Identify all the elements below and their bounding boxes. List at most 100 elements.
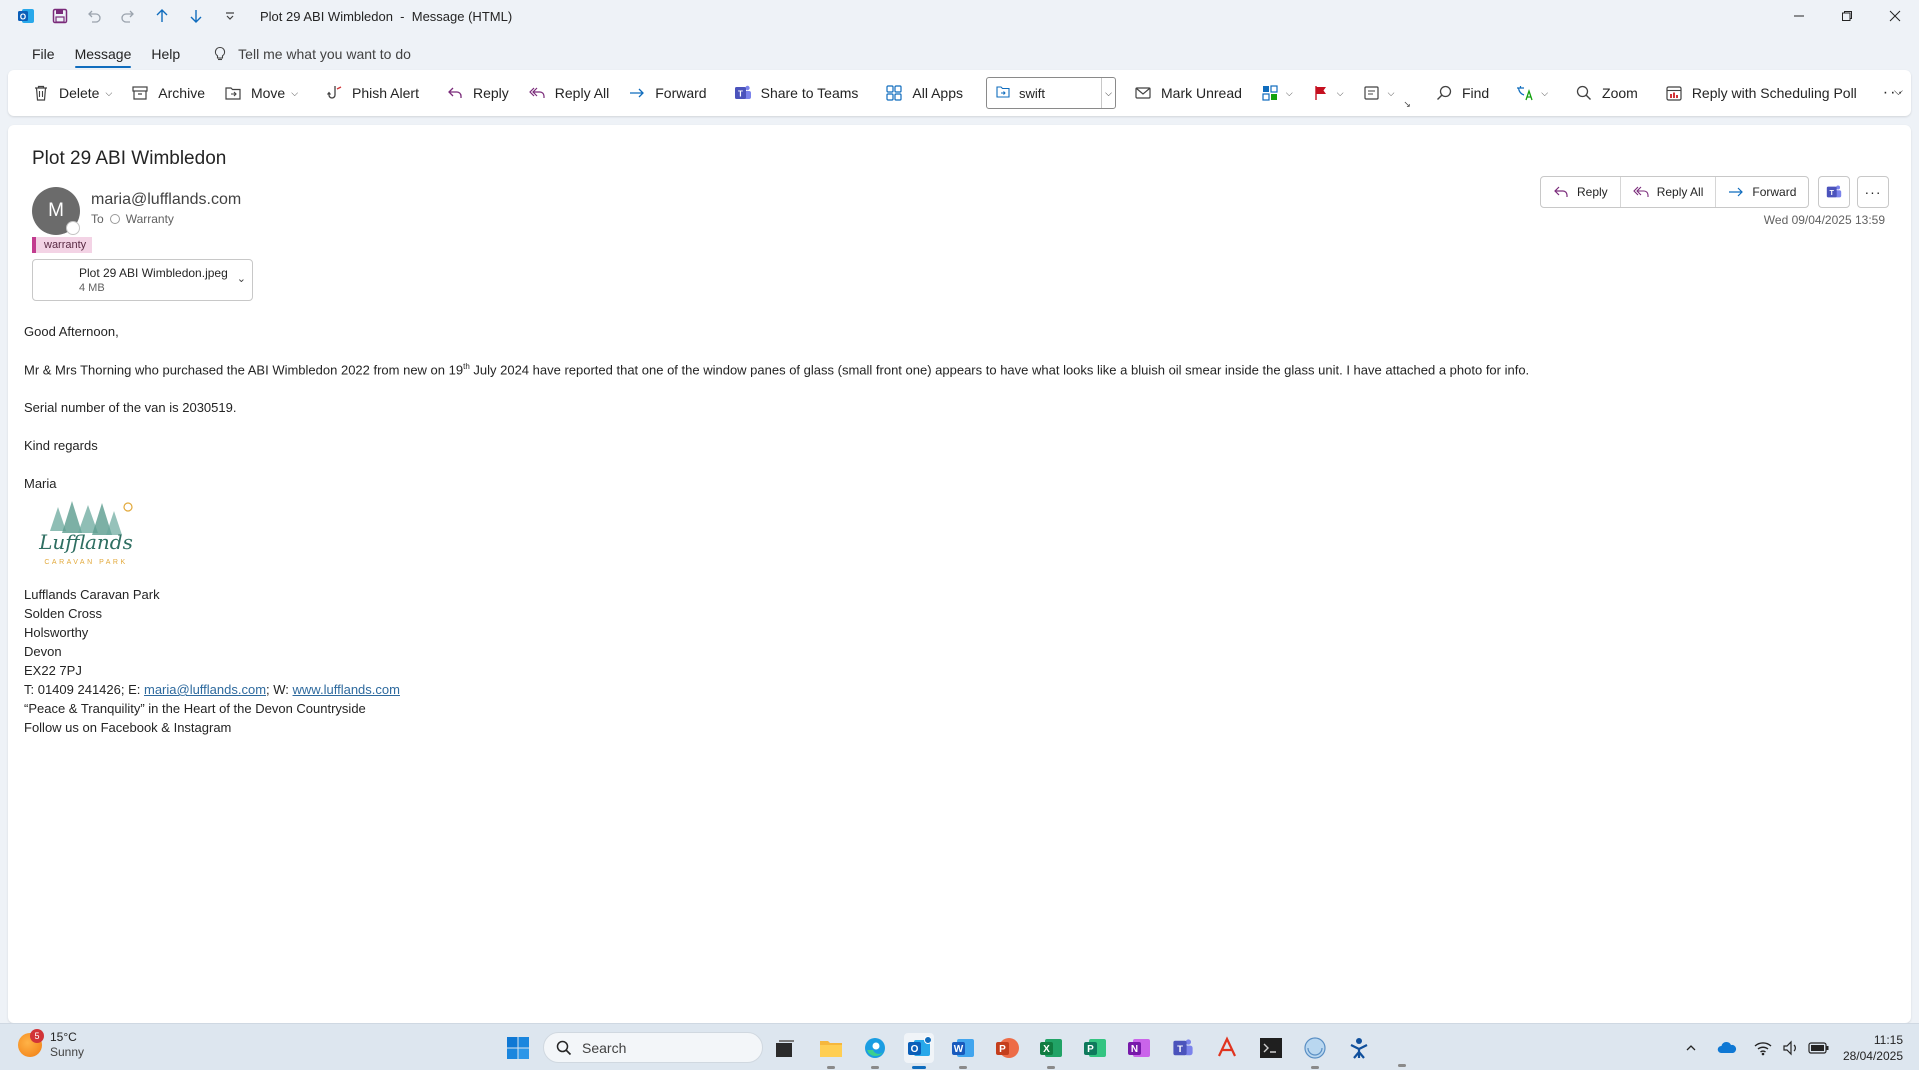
customize-toolbar-icon[interactable] <box>216 2 244 30</box>
signature-website-link[interactable]: www.lufflands.com <box>293 682 400 697</box>
taskbar-clock[interactable]: 11:15 28/04/2025 <box>1843 1032 1903 1064</box>
translate-button[interactable]: ⌵ <box>1506 75 1557 111</box>
edge-app[interactable] <box>860 1033 890 1069</box>
word-app[interactable]: W <box>948 1033 978 1069</box>
share-to-teams-button[interactable]: T Share to Teams <box>724 75 868 111</box>
signature-phone: T: 01409 241426; E: <box>24 682 144 697</box>
teams-app[interactable]: T <box>1168 1033 1198 1063</box>
minimize-button[interactable] <box>1775 0 1823 32</box>
show-hidden-icons-button[interactable] <box>1679 1036 1703 1060</box>
quick-step-swift[interactable]: swift <box>987 78 1101 108</box>
forward-label: Forward <box>655 85 707 101</box>
tab-help[interactable]: Help <box>141 42 190 66</box>
tags-dialog-launcher-icon[interactable]: ↘ <box>1403 99 1411 110</box>
recipient-name[interactable]: Warranty <box>126 212 174 226</box>
previous-item-icon[interactable] <box>148 2 176 30</box>
all-apps-button[interactable]: All Apps <box>875 75 972 111</box>
support-app[interactable] <box>1344 1033 1374 1063</box>
running-indicator <box>871 1066 879 1069</box>
quick-steps-dropdown[interactable]: ⌵ <box>1101 78 1115 108</box>
task-view-app[interactable] <box>770 1033 800 1063</box>
svg-text:X: X <box>1043 1044 1050 1055</box>
reply-all-action-label: Reply All <box>1656 185 1704 199</box>
reply-action-label: Reply <box>1577 185 1608 199</box>
project-app[interactable]: P <box>1080 1033 1110 1063</box>
file-explorer-app[interactable] <box>816 1033 846 1069</box>
signature-contact-line: T: 01409 241426; E: maria@lufflands.com;… <box>24 680 400 699</box>
more-actions-button[interactable]: ··· <box>1857 176 1889 208</box>
volume-icon[interactable] <box>1779 1036 1803 1060</box>
start-button[interactable] <box>506 1036 530 1060</box>
mark-unread-button[interactable]: Mark Unread <box>1124 75 1251 111</box>
forward-button[interactable]: Forward <box>618 75 715 111</box>
reply-icon <box>1554 186 1568 197</box>
sun-icon: 5 <box>18 1029 44 1057</box>
close-button[interactable] <box>1871 0 1919 32</box>
reply-scheduling-poll-button[interactable]: Reply with Scheduling Poll <box>1655 75 1866 111</box>
reply-label: Reply <box>472 85 509 101</box>
flag-button[interactable]: ⌵ <box>1302 75 1353 111</box>
message-subject: Plot 29 ABI Wimbledon <box>32 148 227 169</box>
tab-message[interactable]: Message <box>65 42 142 68</box>
maximize-button[interactable] <box>1823 0 1871 32</box>
next-item-icon[interactable] <box>182 2 210 30</box>
chevron-down-icon[interactable]: ⌵ <box>1286 88 1293 99</box>
ribbon-collapse-icon[interactable]: ⌵ <box>1894 84 1903 99</box>
search-icon <box>556 1040 572 1055</box>
category-tag[interactable]: warranty <box>32 237 93 253</box>
chevron-down-icon[interactable]: ⌵ <box>1337 88 1344 99</box>
tab-file[interactable]: File <box>22 42 65 66</box>
forward-action-button[interactable]: Forward <box>1716 177 1808 207</box>
signature-web-prefix: ; W: <box>266 682 293 697</box>
battery-icon[interactable] <box>1807 1036 1831 1060</box>
chevron-down-icon[interactable]: ⌵ <box>1388 88 1395 99</box>
recipient-line: To Warranty <box>91 212 174 226</box>
reply-all-action-button[interactable]: Reply All <box>1621 177 1717 207</box>
redo-icon[interactable] <box>114 2 142 30</box>
reply-all-button[interactable]: Reply All <box>518 75 618 111</box>
sender-address[interactable]: maria@lufflands.com <box>91 191 241 209</box>
reply-action-button[interactable]: Reply <box>1541 177 1621 207</box>
image-file-icon <box>45 270 67 292</box>
onenote-app[interactable]: N <box>1124 1033 1154 1063</box>
acrobat-app[interactable] <box>1212 1033 1242 1063</box>
svg-text:T: T <box>738 90 743 99</box>
find-button[interactable]: Find <box>1425 75 1498 111</box>
running-indicator <box>827 1066 835 1069</box>
chevron-down-icon[interactable]: ⌄ <box>237 272 246 285</box>
teams-share-button[interactable]: T <box>1818 176 1850 208</box>
to-label: To <box>91 212 104 226</box>
browser-app[interactable] <box>1300 1033 1330 1069</box>
chevron-down-icon[interactable]: ⌵ <box>291 88 298 99</box>
weather-widget[interactable]: 5 15°C Sunny <box>18 1029 84 1060</box>
wifi-icon[interactable] <box>1751 1036 1775 1060</box>
chevron-down-icon[interactable]: ⌵ <box>1541 88 1548 99</box>
excel-app[interactable]: X <box>1036 1033 1066 1069</box>
policy-button[interactable]: ⌵ <box>1353 75 1404 111</box>
outlook-app-icon: O <box>12 2 40 30</box>
move-button[interactable]: Move ⌵ <box>214 75 307 111</box>
edge-icon <box>865 1038 885 1058</box>
taskbar-search[interactable]: Search <box>543 1032 763 1063</box>
quick-step-label: swift <box>1019 85 1045 101</box>
categorize-button[interactable]: ⌵ <box>1251 75 1302 111</box>
outlook-app[interactable]: O <box>904 1033 934 1069</box>
reply-button[interactable]: Reply <box>436 75 518 111</box>
phish-alert-button[interactable]: Phish Alert <box>315 75 428 111</box>
forward-action-label: Forward <box>1752 185 1797 199</box>
undo-icon[interactable] <box>80 2 108 30</box>
archive-button[interactable]: Archive <box>121 75 214 111</box>
delete-button[interactable]: Delete ⌵ <box>22 75 121 111</box>
terminal-app[interactable] <box>1256 1033 1286 1063</box>
attachment-card[interactable]: Plot 29 ABI Wimbledon.jpeg 4 MB ⌄ <box>32 259 253 301</box>
ribbon: Delete ⌵ Archive Move ⌵ Phish Alert Repl… <box>8 70 1911 116</box>
tell-me-search[interactable]: Tell me what you want to do <box>212 46 411 62</box>
powerpoint-app[interactable]: P <box>992 1033 1022 1063</box>
onedrive-icon[interactable] <box>1715 1036 1739 1060</box>
save-icon[interactable] <box>46 2 74 30</box>
reply-all-icon <box>527 83 547 103</box>
phish-alert-label: Phish Alert <box>352 85 419 101</box>
chevron-down-icon[interactable]: ⌵ <box>105 88 112 99</box>
zoom-button[interactable]: Zoom <box>1565 75 1647 111</box>
signature-email-link[interactable]: maria@lufflands.com <box>144 682 266 697</box>
